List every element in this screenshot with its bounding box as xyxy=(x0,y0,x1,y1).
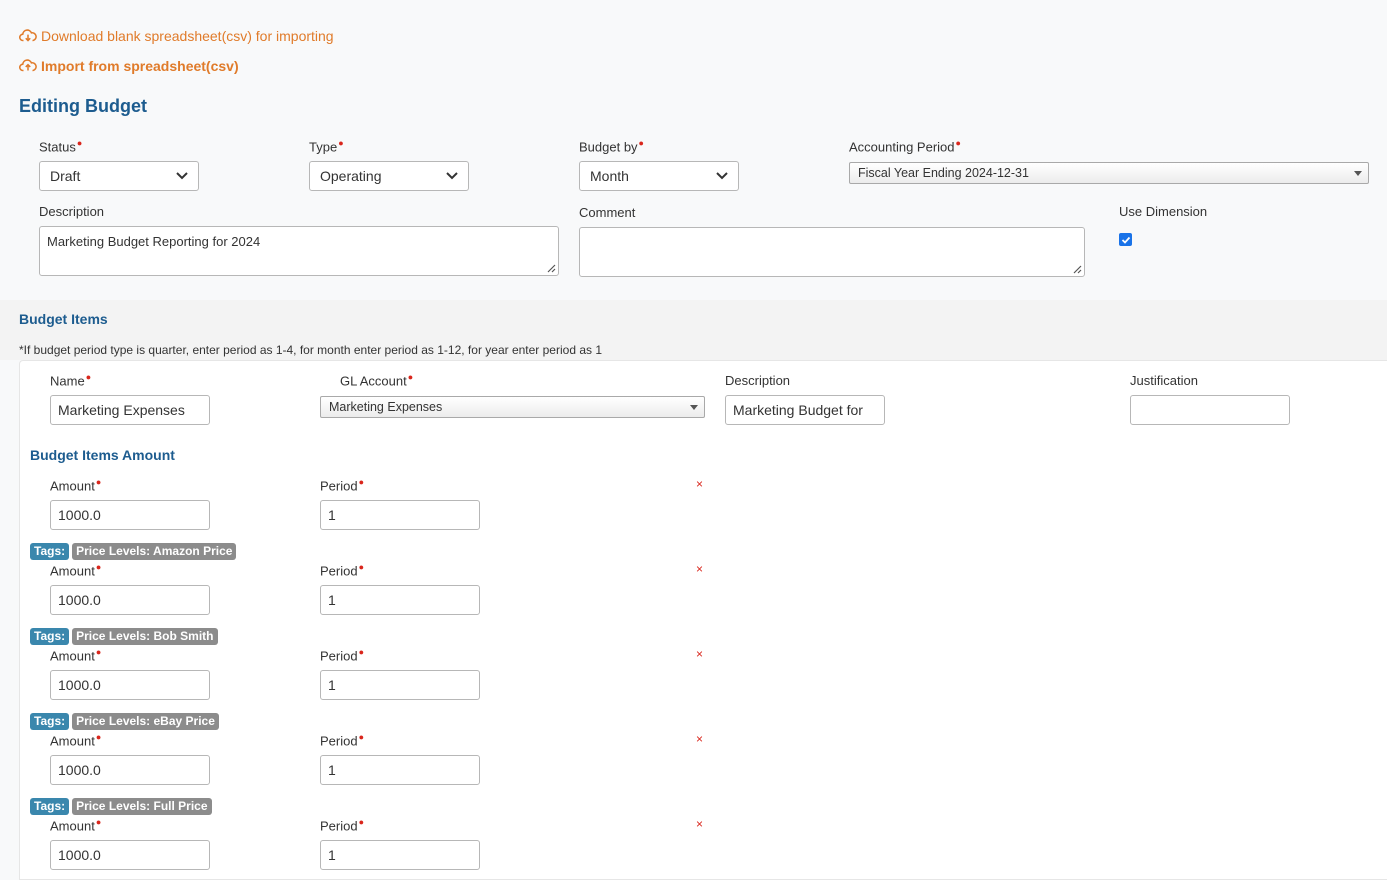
download-csv-link[interactable]: Download blank spreadsheet(csv) for impo… xyxy=(19,27,334,45)
tag-group: Tags: Price Levels: Full Price xyxy=(30,797,212,815)
item-description-value: Marketing Budget for xyxy=(733,402,863,418)
import-csv-link[interactable]: Import from spreadsheet(csv) xyxy=(19,57,239,75)
cloud-download-icon xyxy=(19,29,37,42)
tag-value: Price Levels: Bob Smith xyxy=(72,628,218,645)
budget-by-label: Budget by● xyxy=(579,138,644,155)
tag-group: Tags: Price Levels: Amazon Price xyxy=(30,542,237,560)
accounting-period-select[interactable]: Fiscal Year Ending 2024-12-31 xyxy=(849,162,1369,184)
close-icon[interactable]: × xyxy=(696,562,703,576)
accounting-period-value: Fiscal Year Ending 2024-12-31 xyxy=(858,166,1029,180)
status-label: Status● xyxy=(39,138,83,155)
period-input[interactable]: 1 xyxy=(320,840,480,870)
period-input[interactable]: 1 xyxy=(320,585,480,615)
import-csv-label: Import from spreadsheet(csv) xyxy=(41,58,239,74)
close-icon[interactable]: × xyxy=(696,732,703,746)
period-label: Period● xyxy=(320,562,365,579)
amount-input[interactable]: 1000.0 xyxy=(50,585,210,615)
tag-key: Tags: xyxy=(30,798,70,815)
period-input[interactable]: 1 xyxy=(320,755,480,785)
budget-item-panel xyxy=(19,360,1387,880)
budget-by-value: Month xyxy=(590,168,629,184)
accounting-period-label: Accounting Period● xyxy=(849,138,961,155)
period-label: Period● xyxy=(320,647,365,664)
status-select[interactable]: Draft xyxy=(39,161,199,191)
tag-group: Tags: Price Levels: Bob Smith xyxy=(30,627,218,645)
close-icon[interactable]: × xyxy=(696,477,703,491)
chevron-down-icon xyxy=(176,172,188,180)
amount-label: Amount● xyxy=(50,562,102,579)
period-value: 1 xyxy=(328,507,336,523)
comment-textarea[interactable] xyxy=(579,227,1085,277)
justification-input[interactable] xyxy=(1130,395,1290,425)
chevron-down-icon xyxy=(446,172,458,180)
checkmark-icon xyxy=(1121,236,1130,244)
amount-label: Amount● xyxy=(50,647,102,664)
amount-label: Amount● xyxy=(50,817,102,834)
budget-items-title: Budget Items xyxy=(19,311,108,327)
type-label: Type● xyxy=(309,138,344,155)
dropdown-arrow-icon xyxy=(1354,170,1362,176)
amount-input[interactable]: 1000.0 xyxy=(50,670,210,700)
amount-value: 1000.0 xyxy=(58,507,101,523)
description-label: Description xyxy=(39,204,105,219)
chevron-down-icon xyxy=(716,172,728,180)
item-description-input[interactable]: Marketing Budget for xyxy=(725,395,885,425)
amount-label: Amount● xyxy=(50,477,102,494)
amount-value: 1000.0 xyxy=(58,677,101,693)
gl-account-select[interactable]: Marketing Expenses xyxy=(320,396,705,418)
budget-by-select[interactable]: Month xyxy=(579,161,739,191)
item-name-value: Marketing Expenses xyxy=(58,402,185,418)
amount-input[interactable]: 1000.0 xyxy=(50,840,210,870)
item-name-input[interactable]: Marketing Expenses xyxy=(50,395,210,425)
type-select[interactable]: Operating xyxy=(309,161,469,191)
period-note: *If budget period type is quarter, enter… xyxy=(19,343,603,357)
tag-value: Price Levels: eBay Price xyxy=(72,713,219,730)
description-textarea[interactable]: Marketing Budget Reporting for 2024 xyxy=(39,226,559,276)
amount-value: 1000.0 xyxy=(58,592,101,608)
period-input[interactable]: 1 xyxy=(320,670,480,700)
use-dimension-label: Use Dimension xyxy=(1119,204,1208,219)
item-description-label: Description xyxy=(725,373,791,388)
resize-handle-icon[interactable] xyxy=(1072,264,1082,274)
period-value: 1 xyxy=(328,677,336,693)
budget-items-amount-title: Budget Items Amount xyxy=(30,447,175,463)
amount-input[interactable]: 1000.0 xyxy=(50,500,210,530)
tag-key: Tags: xyxy=(30,543,70,560)
gl-account-label: GL Account● xyxy=(340,372,414,389)
item-name-label: Name● xyxy=(50,372,92,389)
period-label: Period● xyxy=(320,817,365,834)
page-title: Editing Budget xyxy=(19,96,147,116)
gl-account-value: Marketing Expenses xyxy=(329,400,443,414)
tag-key: Tags: xyxy=(30,628,70,645)
tag-group: Tags: Price Levels: eBay Price xyxy=(30,712,219,730)
period-input[interactable]: 1 xyxy=(320,500,480,530)
period-label: Period● xyxy=(320,477,365,494)
close-icon[interactable]: × xyxy=(696,817,703,831)
tag-value: Price Levels: Full Price xyxy=(72,798,212,815)
amount-value: 1000.0 xyxy=(58,762,101,778)
amount-label: Amount● xyxy=(50,732,102,749)
period-value: 1 xyxy=(328,847,336,863)
justification-label: Justification xyxy=(1130,373,1198,388)
download-csv-label: Download blank spreadsheet(csv) for impo… xyxy=(41,28,334,44)
amount-value: 1000.0 xyxy=(58,847,101,863)
use-dimension-checkbox[interactable] xyxy=(1119,233,1132,246)
period-value: 1 xyxy=(328,592,336,608)
dropdown-arrow-icon xyxy=(690,404,698,410)
period-label: Period● xyxy=(320,732,365,749)
tag-value: Price Levels: Amazon Price xyxy=(72,543,237,560)
amount-input[interactable]: 1000.0 xyxy=(50,755,210,785)
close-icon[interactable]: × xyxy=(696,647,703,661)
tag-key: Tags: xyxy=(30,713,70,730)
type-value: Operating xyxy=(320,168,382,184)
status-value: Draft xyxy=(50,168,81,184)
description-value: Marketing Budget Reporting for 2024 xyxy=(47,234,261,249)
period-value: 1 xyxy=(328,762,336,778)
comment-label: Comment xyxy=(579,205,636,220)
resize-handle-icon[interactable] xyxy=(546,263,556,273)
cloud-upload-icon xyxy=(19,59,37,72)
